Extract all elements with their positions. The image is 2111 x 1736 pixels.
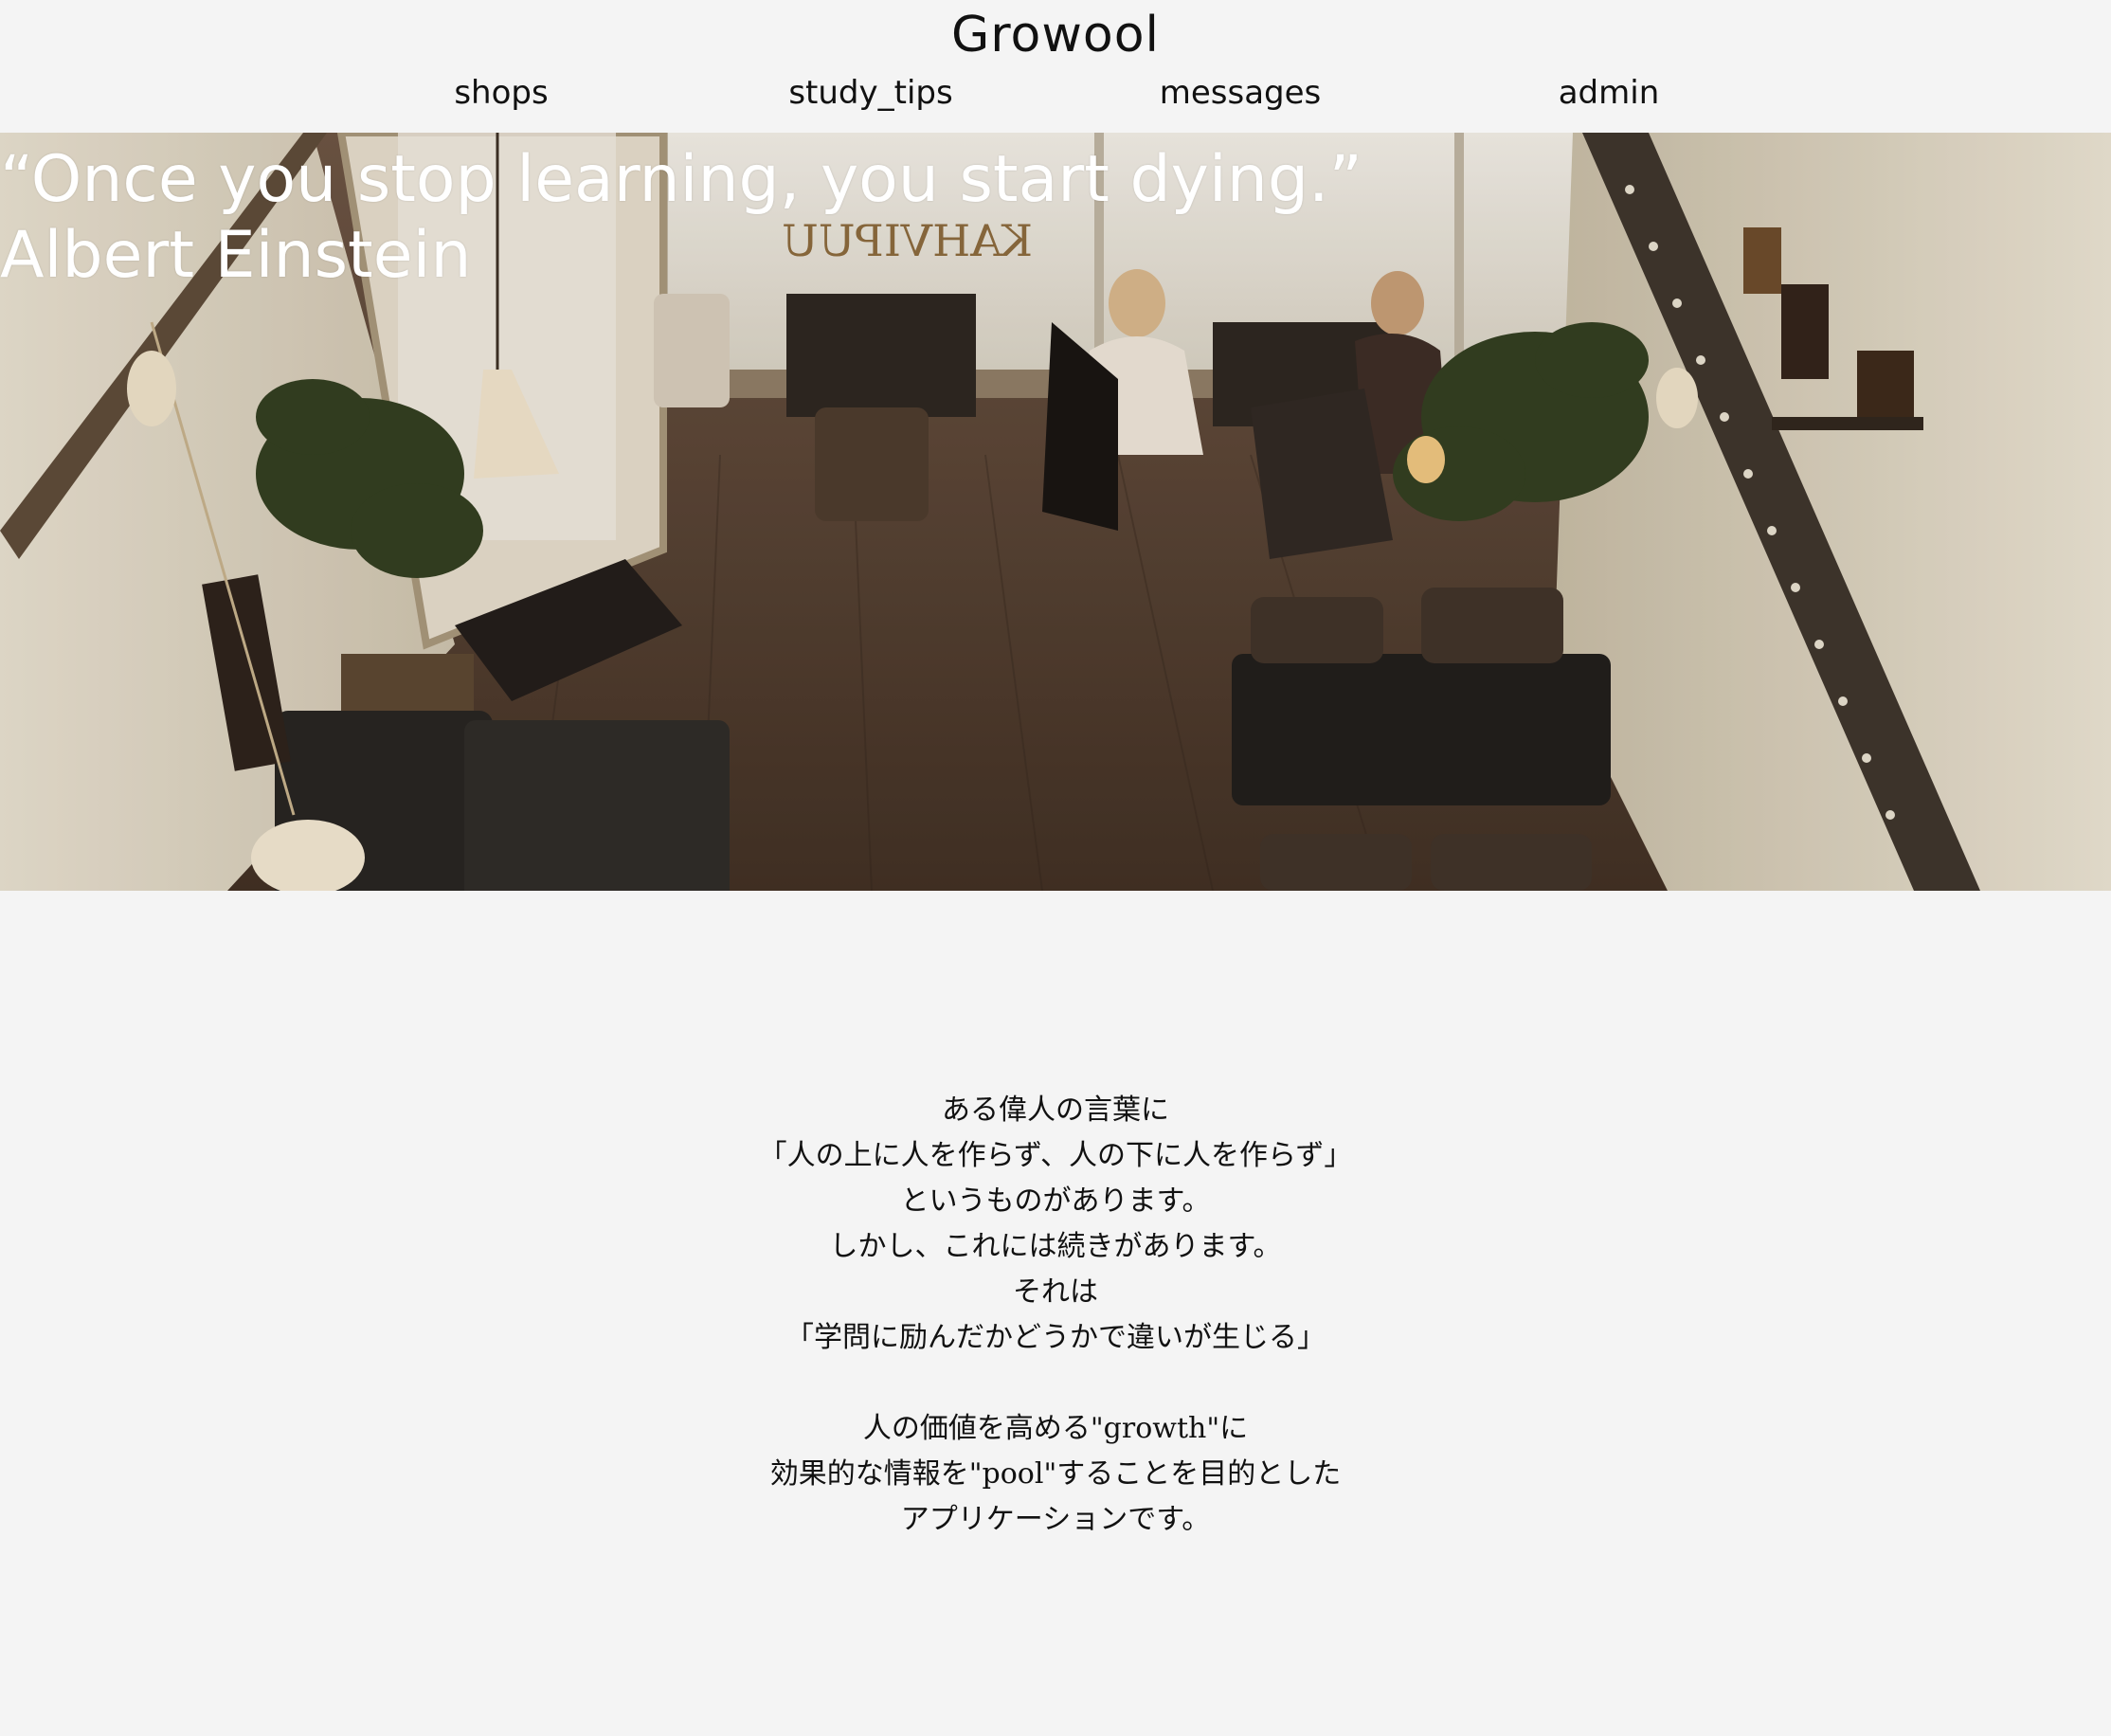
intro-line: 「学問に励んだかどうかで違いが生じる」 — [785, 1321, 1326, 1354]
nav-link-admin[interactable]: admin — [1486, 72, 1732, 114]
nav-link-messages[interactable]: messages — [1117, 72, 1363, 114]
intro-line: 人の価値を高める"growth"に — [862, 1412, 1249, 1445]
intro-line: しかし、これには続きがあります。 — [829, 1230, 1282, 1263]
intro-line: アプリケーションです。 — [900, 1503, 1211, 1536]
site-title[interactable]: Growool — [0, 4, 2111, 66]
intro-section: ある偉人の言葉に 「人の上に人を作らず、人の下に人を作らず」 というものがありま… — [0, 1088, 2111, 1543]
quote-author: Albert Einstein — [0, 218, 472, 293]
intro-line: それは — [1013, 1275, 1098, 1309]
nav-link-study-tips[interactable]: study_tips — [748, 72, 994, 114]
site-header: Growool shops study_tips messages admin — [0, 0, 2111, 133]
intro-line: 効果的な情報を"pool"することを目的とした — [769, 1457, 1342, 1491]
quote-text: “Once you stop learning, you start dying… — [0, 142, 1362, 217]
intro-line: というものがあります。 — [900, 1184, 1211, 1218]
nav-link-shops[interactable]: shops — [378, 72, 624, 114]
hero-quote: “Once you stop learning, you start dying… — [0, 142, 1362, 294]
intro-line: 「人の上に人を作らず、人の下に人を作らず」 — [758, 1139, 1353, 1172]
main-nav: shops study_tips messages admin — [0, 72, 2111, 114]
hero-banner: KAHVIPUU “Once you stop learning, you st… — [0, 133, 2111, 891]
intro-line: ある偉人の言葉に — [942, 1094, 1169, 1127]
